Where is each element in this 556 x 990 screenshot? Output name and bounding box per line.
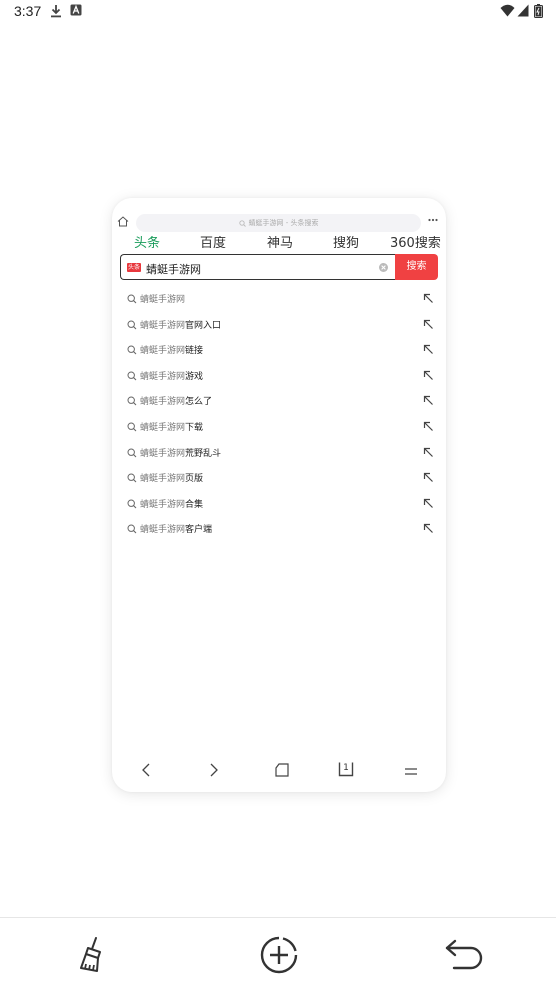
toutiao-logo: 头条	[127, 263, 141, 272]
status-bar: 3:37	[0, 0, 556, 24]
fill-query-arrow-icon[interactable]	[423, 498, 434, 509]
suggestion-suffix: 页版	[185, 474, 204, 485]
suggestion-item[interactable]: 蜻蜓手游网下载	[112, 414, 446, 440]
search-query: 蜻蜓手游网	[146, 263, 201, 276]
fill-query-arrow-icon[interactable]	[423, 421, 434, 432]
tab-count: 1	[343, 763, 349, 773]
search-icon	[127, 499, 137, 509]
fill-query-arrow-icon[interactable]	[423, 472, 434, 483]
suggestion-suffix: 客户端	[185, 525, 213, 536]
suggestion-text: 蜻蜓手游网合集	[140, 497, 203, 510]
cellular-icon	[517, 4, 529, 17]
tabs-button[interactable]: 1	[338, 761, 354, 777]
tab-baidu[interactable]: 百度	[200, 236, 226, 248]
suggestion-base: 蜻蜓手游网	[140, 499, 186, 510]
tab-sogou[interactable]: 搜狗	[333, 236, 359, 248]
url-text: 蜻蜓手游网 - 头条搜索	[248, 219, 319, 227]
fill-query-arrow-icon[interactable]	[423, 370, 434, 381]
suggestion-suffix: 游戏	[185, 371, 204, 382]
search-icon	[127, 371, 137, 381]
suggestion-base: 蜻蜓手游网	[140, 422, 186, 433]
search-bar: 头条 蜻蜓手游网 搜索	[120, 254, 438, 280]
suggestion-item[interactable]: 蜻蜓手游网荒野乱斗	[112, 440, 446, 466]
fill-query-arrow-icon[interactable]	[423, 344, 434, 355]
suggestion-base: 蜻蜓手游网	[140, 320, 186, 331]
download-icon	[51, 5, 61, 18]
suggestion-item[interactable]: 蜻蜓手游网链接	[112, 337, 446, 363]
suggestion-item[interactable]: 蜻蜓手游网页版	[112, 465, 446, 491]
search-icon	[127, 422, 137, 432]
tab-toutiao[interactable]: 头条	[134, 236, 160, 248]
tab-shenma[interactable]: 神马	[267, 236, 293, 248]
suggestion-item[interactable]: 蜻蜓手游网官网入口	[112, 312, 446, 338]
suggestion-suffix: 官网入口	[185, 320, 222, 331]
browser-nav-bar: 1	[112, 758, 446, 784]
wifi-icon	[500, 4, 515, 17]
home-icon[interactable]	[274, 762, 290, 778]
fill-query-arrow-icon[interactable]	[423, 395, 434, 406]
suggestion-text: 蜻蜓手游网	[140, 292, 185, 305]
search-button[interactable]: 搜索	[395, 254, 438, 280]
suggestion-text: 蜻蜓手游网客户端	[140, 522, 212, 535]
suggestion-suffix: 下载	[185, 422, 204, 433]
suggestion-text: 蜻蜓手游网怎么了	[140, 394, 212, 407]
suggestion-text: 蜻蜓手游网下载	[140, 420, 203, 433]
suggestion-item[interactable]: 蜻蜓手游网合集	[112, 491, 446, 517]
search-icon	[127, 396, 137, 406]
tab-360[interactable]: 360搜索	[390, 236, 441, 248]
suggestion-list: 蜻蜓手游网 蜻蜓手游网官网入口 蜻蜓手游网链接 蜻蜓手游网游戏 蜻蜓手游网怎么了 蜻蜓手游…	[112, 286, 446, 542]
new-tab-icon[interactable]	[259, 935, 299, 975]
fill-query-arrow-icon[interactable]	[423, 293, 434, 304]
return-icon[interactable]	[444, 937, 484, 973]
suggestion-suffix: 荒野乱斗	[185, 448, 222, 459]
tab-card[interactable]: 蜻蜓手游网 - 头条搜索 头条 百度 神马 搜狗 360搜索 头条 蜻蜓手游网 …	[112, 198, 446, 792]
url-bar[interactable]: 蜻蜓手游网 - 头条搜索	[136, 214, 421, 232]
fill-query-arrow-icon[interactable]	[423, 447, 434, 458]
suggestion-text: 蜻蜓手游网荒野乱斗	[140, 446, 221, 459]
suggestion-base: 蜻蜓手游网	[140, 371, 186, 382]
fill-query-arrow-icon[interactable]	[423, 523, 434, 534]
clean-brush-icon[interactable]	[78, 936, 108, 972]
home-icon[interactable]	[117, 216, 129, 227]
search-icon	[127, 473, 137, 483]
suggestion-item[interactable]: 蜻蜓手游网怎么了	[112, 388, 446, 414]
suggestion-text: 蜻蜓手游网官网入口	[140, 318, 221, 331]
clear-icon[interactable]	[378, 262, 389, 273]
url-row: 蜻蜓手游网 - 头条搜索	[112, 212, 446, 234]
status-time: 3:37	[14, 3, 42, 19]
fill-query-arrow-icon[interactable]	[423, 319, 434, 330]
suggestion-base: 蜻蜓手游网	[140, 448, 186, 459]
suggestion-text: 蜻蜓手游网游戏	[140, 369, 203, 382]
suggestion-suffix: 链接	[185, 346, 204, 357]
back-icon[interactable]	[140, 762, 152, 778]
search-icon	[127, 448, 137, 457]
a-icon	[70, 4, 82, 16]
suggestion-suffix: 怎么了	[185, 397, 213, 408]
suggestion-item[interactable]: 蜻蜓手游网游戏	[112, 363, 446, 389]
search-icon	[127, 524, 137, 534]
suggestion-text: 蜻蜓手游网链接	[140, 343, 203, 356]
suggestion-suffix: 合集	[185, 499, 204, 510]
suggestion-base: 蜻蜓手游网	[140, 295, 186, 305]
suggestion-text: 蜻蜓手游网页版	[140, 471, 203, 484]
search-icon	[127, 345, 137, 355]
search-icon	[127, 294, 137, 304]
suggestion-base: 蜻蜓手游网	[140, 474, 186, 485]
suggestion-base: 蜻蜓手游网	[140, 397, 186, 408]
forward-icon[interactable]	[208, 762, 220, 778]
search-icon	[238, 219, 246, 227]
search-icon	[127, 320, 137, 329]
engine-tabs: 头条 百度 神马 搜狗 360搜索	[112, 236, 446, 248]
more-icon[interactable]	[428, 218, 438, 222]
battery-icon	[534, 4, 543, 18]
suggestion-item[interactable]: 蜻蜓手游网客户端	[112, 516, 446, 542]
search-input[interactable]: 头条 蜻蜓手游网	[120, 254, 396, 280]
bottom-divider	[0, 917, 556, 918]
menu-icon[interactable]	[404, 762, 418, 778]
suggestion-item[interactable]: 蜻蜓手游网	[112, 286, 446, 312]
suggestion-base: 蜻蜓手游网	[140, 525, 186, 536]
suggestion-base: 蜻蜓手游网	[140, 346, 186, 357]
